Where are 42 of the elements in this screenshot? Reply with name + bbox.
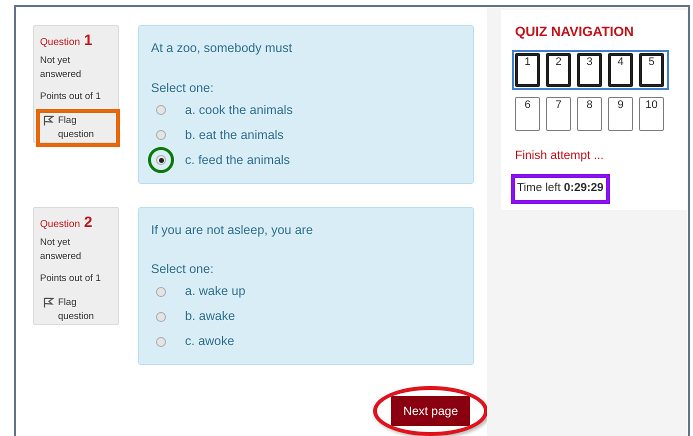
- question-nav-button[interactable]: 7: [546, 97, 571, 132]
- radio-button[interactable]: [156, 130, 166, 140]
- select-one-label: Select one:: [151, 261, 215, 278]
- radio-button[interactable]: [156, 336, 166, 346]
- question-nav-button[interactable]: 2: [546, 53, 571, 88]
- question-nav-button[interactable]: 5: [639, 53, 664, 88]
- question-number: 1: [84, 32, 92, 49]
- navigation-title: QUIZ NAVIGATION: [515, 23, 635, 41]
- question-nav-button[interactable]: 10: [639, 97, 664, 132]
- option-label: b. awake: [185, 308, 236, 326]
- time-left-text: Time left 0:29:29: [511, 174, 610, 204]
- question-nav-button[interactable]: 3: [577, 53, 602, 88]
- radio-button[interactable]: [156, 155, 166, 165]
- next-page-button[interactable]: Next page: [391, 396, 470, 426]
- question-nav-button[interactable]: 1: [515, 53, 540, 88]
- radio-button[interactable]: [156, 312, 166, 322]
- option-label: b. eat the animals: [185, 126, 284, 144]
- question-nav-button[interactable]: 9: [608, 97, 633, 132]
- question-nav-button[interactable]: 4: [608, 53, 633, 88]
- flag-question-link[interactable]: Flag question: [43, 114, 113, 142]
- points-text: Points out of 1: [40, 90, 102, 104]
- flag-icon: [43, 296, 54, 308]
- question-label: Question: [40, 37, 80, 48]
- question-text: At a zoo, somebody must: [151, 40, 294, 57]
- finish-attempt-link[interactable]: Finish attempt ...: [515, 146, 673, 164]
- radio-button[interactable]: [156, 286, 166, 296]
- question-text: If you are not asleep, you are: [151, 222, 314, 239]
- question-nav-button[interactable]: 6: [515, 97, 540, 132]
- option-label: a. cook the animals: [185, 102, 293, 119]
- points-text: Points out of 1: [40, 272, 102, 286]
- option-label: c. feed the animals: [185, 152, 290, 169]
- question-status: Not yet answered: [40, 54, 82, 82]
- radio-button[interactable]: [156, 105, 166, 115]
- question-label: Question: [40, 218, 80, 230]
- option-label: c. awoke: [185, 333, 234, 350]
- flag-icon: [43, 115, 54, 126]
- select-one-label: Select one:: [151, 80, 215, 97]
- question-nav-button[interactable]: 8: [577, 97, 602, 132]
- option-label: a. wake up: [185, 283, 246, 300]
- question-number: 2: [84, 214, 92, 230]
- flag-question-link[interactable]: Flag question: [43, 296, 113, 324]
- question-status: Not yet answered: [40, 236, 82, 264]
